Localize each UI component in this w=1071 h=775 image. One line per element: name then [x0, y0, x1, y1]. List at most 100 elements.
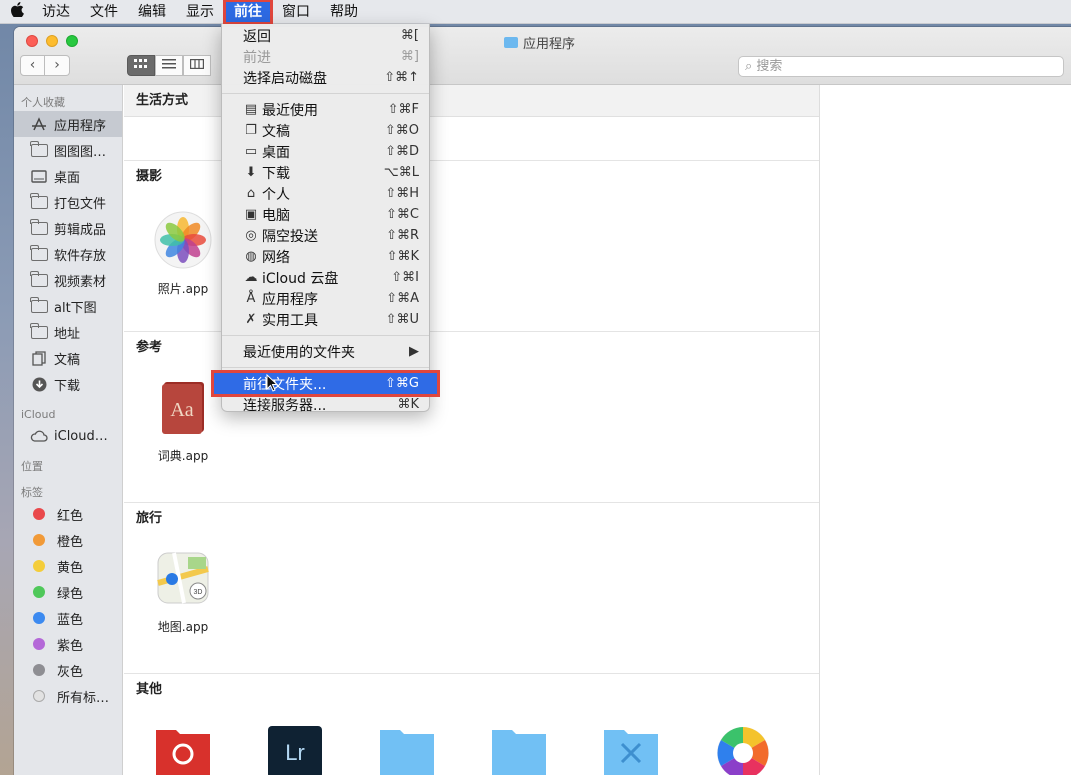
folder-icon — [30, 218, 48, 235]
menu-item-utilities[interactable]: ✗ 实用工具 ⇧⌘U — [222, 309, 429, 330]
sidebar-tag-blue[interactable]: 蓝色 — [14, 605, 122, 631]
menu-item-desktop[interactable]: ▭ 桌面 ⇧⌘D — [222, 141, 429, 162]
app-maps[interactable]: 3D 地图.app — [138, 549, 228, 635]
sidebar-tag-all[interactable]: 所有标… — [14, 683, 122, 709]
menu-item-recents[interactable]: ▤ 最近使用 ⇧⌘F — [222, 99, 429, 120]
folder-icon — [30, 244, 48, 261]
sidebar-item-documents[interactable]: 文稿 — [14, 345, 122, 371]
menu-item-startup-disk[interactable]: 选择启动磁盘 ⇧⌘↑ — [222, 67, 429, 88]
window-title: 应用程序 — [504, 33, 575, 52]
search-placeholder: 搜索 — [756, 59, 783, 74]
utilities-folder-icon — [604, 730, 658, 775]
sidebar-favorites-header: 个人收藏 — [21, 96, 65, 109]
menu-view[interactable]: 显示 — [176, 0, 224, 24]
app-adobe-cc[interactable] — [138, 720, 228, 775]
menu-item-label: 最近使用 — [262, 102, 318, 119]
sidebar-item-label: 文稿 — [54, 352, 81, 368]
preview-pane — [820, 85, 1071, 775]
menu-finder[interactable]: 访达 — [32, 0, 80, 24]
back-button[interactable]: ‹ — [20, 55, 45, 76]
icon-view-button[interactable] — [127, 55, 155, 76]
documents-icon: ❐ — [245, 123, 257, 138]
app-utilities-folder[interactable] — [586, 720, 676, 775]
menu-item-documents[interactable]: ❐ 文稿 ⇧⌘O — [222, 120, 429, 141]
tag-label: 灰色 — [57, 664, 84, 680]
folder-icon — [30, 270, 48, 287]
menu-item-shortcut: ⇧⌘I — [391, 270, 419, 285]
menu-item-computer[interactable]: ▣ 电脑 ⇧⌘C — [222, 204, 429, 225]
app-lightroom[interactable]: Lr — [250, 720, 340, 775]
menu-go[interactable]: 前往 — [223, 0, 273, 25]
menu-item-recent-folders[interactable]: 最近使用的文件夹 ▶ — [222, 341, 429, 362]
menu-window[interactable]: 窗口 — [272, 0, 320, 24]
search-input[interactable]: ⌕ 搜索 — [738, 56, 1064, 77]
menu-item-network[interactable]: ◍ 网络 ⇧⌘K — [222, 246, 429, 267]
folder-icon — [380, 730, 434, 775]
sidebar-item-label: 打包文件 — [54, 196, 107, 212]
documents-icon — [30, 350, 48, 366]
menu-item-home[interactable]: ⌂ 个人 ⇧⌘H — [222, 183, 429, 204]
tag-label: 蓝色 — [57, 612, 84, 628]
folder-icon — [30, 296, 48, 313]
icloud-icon: ☁ — [244, 270, 258, 285]
sidebar-tag-purple[interactable]: 紫色 — [14, 631, 122, 657]
sidebar-icloud-header: iCloud — [21, 408, 56, 421]
recents-icon: ▤ — [244, 102, 258, 117]
apple-menu-icon[interactable] — [2, 2, 32, 21]
menu-item-label: 返回 — [243, 28, 271, 45]
sidebar-item-folder[interactable]: 地址 — [14, 319, 122, 345]
menu-item-back[interactable]: 返回 ⌘[ — [222, 25, 429, 46]
app-photos[interactable]: 照片.app — [138, 211, 228, 297]
folder-icon — [30, 192, 48, 209]
sidebar-tag-orange[interactable]: 橙色 — [14, 527, 122, 553]
tag-label: 紫色 — [57, 638, 84, 654]
sidebar-item-folder[interactable]: 软件存放 — [14, 241, 122, 267]
menu-item-downloads[interactable]: ⬇ 下载 ⌥⌘L — [222, 162, 429, 183]
menu-item-go-to-folder[interactable]: 前往文件夹... ⇧⌘G — [211, 370, 440, 397]
menu-item-connect-server[interactable]: 连接服务器... ⌘K — [222, 394, 429, 415]
sidebar-tag-yellow[interactable]: 黄色 — [14, 553, 122, 579]
column-view-button[interactable] — [183, 55, 211, 76]
app-folder[interactable] — [362, 720, 452, 775]
close-button[interactable] — [26, 35, 38, 47]
sidebar-locations-header: 位置 — [21, 460, 43, 473]
sidebar-item-downloads[interactable]: 下载 — [14, 371, 122, 397]
menu-item-label: 隔空投送 — [262, 228, 318, 245]
sidebar-item-folder[interactable]: 图图图… — [14, 137, 122, 163]
sidebar-item-folder[interactable]: 剪辑成品 — [14, 215, 122, 241]
menu-item-label: 下载 — [262, 165, 290, 182]
photos-app-icon — [154, 211, 212, 269]
sidebar-item-desktop[interactable]: 桌面 — [14, 163, 122, 189]
zoom-button[interactable] — [66, 35, 78, 47]
sidebar-tag-red[interactable]: 红色 — [14, 501, 122, 527]
sidebar-item-icloud[interactable]: iCloud… — [14, 423, 122, 449]
forward-button[interactable]: › — [45, 55, 70, 76]
sidebar-tag-gray[interactable]: 灰色 — [14, 657, 122, 683]
finder-window: 应用程序 ‹ › ⌕ 搜索 个人收藏 应用程序 图图图… 桌面 打包文件 剪辑成… — [14, 27, 1071, 775]
minimize-button[interactable] — [46, 35, 58, 47]
go-menu-dropdown: 返回 ⌘[ 前进 ⌘] 选择启动磁盘 ⇧⌘↑ ▤ 最近使用 ⇧⌘F ❐ 文稿 ⇧⌘O ▭ 桌面 ⇧… — [211, 24, 440, 415]
app-colorful[interactable] — [698, 720, 788, 775]
sidebar-item-folder[interactable]: 打包文件 — [14, 189, 122, 215]
sidebar-item-label: 软件存放 — [54, 248, 107, 264]
menu-help[interactable]: 帮助 — [320, 0, 368, 24]
menu-item-applications[interactable]: Å 应用程序 ⇧⌘A — [222, 288, 429, 309]
folder-icon — [504, 37, 518, 48]
menu-edit[interactable]: 编辑 — [128, 0, 176, 24]
menu-item-label: 连接服务器... — [243, 397, 327, 414]
network-icon: ◍ — [245, 249, 257, 264]
menu-item-shortcut: ⇧⌘A — [386, 291, 419, 306]
menu-file[interactable]: 文件 — [80, 0, 128, 24]
app-folder[interactable] — [474, 720, 564, 775]
menu-item-label: 文稿 — [262, 123, 290, 140]
menu-item-shortcut: ⇧⌘D — [385, 144, 419, 159]
folder-icon — [492, 730, 546, 775]
submenu-arrow-icon: ▶ — [409, 344, 419, 359]
menu-item-icloud-drive[interactable]: ☁ iCloud 云盘 ⇧⌘I — [222, 267, 429, 288]
sidebar-item-folder[interactable]: alt下图 — [14, 293, 122, 319]
sidebar-item-folder[interactable]: 视频素材 — [14, 267, 122, 293]
sidebar-item-applications[interactable]: 应用程序 — [14, 111, 122, 137]
menu-item-airdrop[interactable]: ◎ 隔空投送 ⇧⌘R — [222, 225, 429, 246]
list-view-button[interactable] — [155, 55, 183, 76]
sidebar-tag-green[interactable]: 绿色 — [14, 579, 122, 605]
